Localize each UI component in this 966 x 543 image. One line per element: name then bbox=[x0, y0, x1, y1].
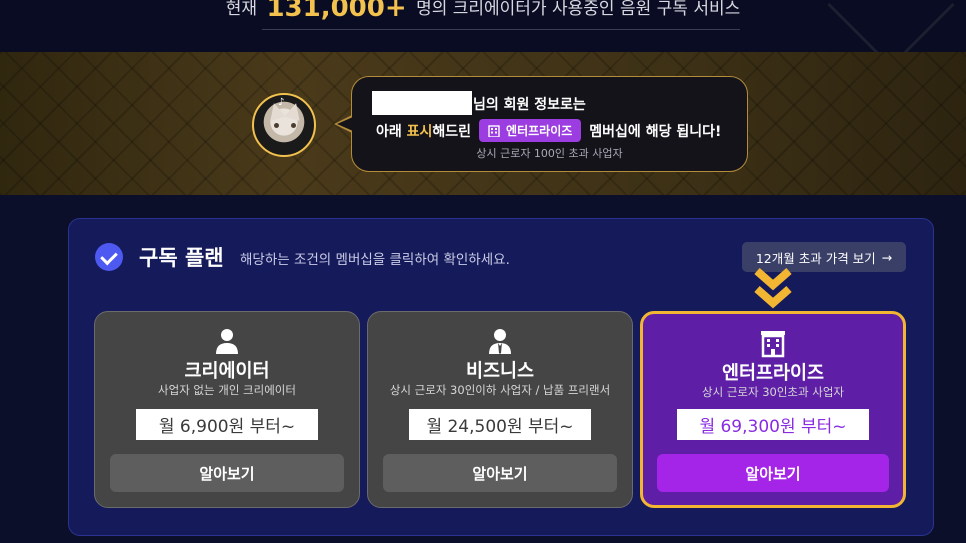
user-count: 131,000+ bbox=[266, 0, 407, 23]
headline-prefix: 현재 bbox=[225, 0, 258, 19]
plans-subtitle: 해당하는 조건의 멤버십을 클릭하여 확인하세요. bbox=[240, 252, 510, 268]
plans-title: 구독 플랜 bbox=[139, 246, 224, 270]
check-circle-icon bbox=[95, 243, 123, 271]
notice-line1: 님의 회원 정보로는 bbox=[473, 97, 586, 113]
top-banner: 현재 131,000+ 명의 크리에이터가 사용중인 음원 구독 서비스 bbox=[0, 0, 966, 52]
arrow-right-icon: → bbox=[881, 249, 893, 265]
building-icon bbox=[488, 124, 500, 137]
highlight-text: 표시 bbox=[406, 123, 433, 140]
plan-name: 비즈니스 bbox=[465, 361, 535, 382]
plan-price: 월 69,300원 부터~ bbox=[677, 409, 869, 440]
user-count-headline: 현재 131,000+ 명의 크리에이터가 사용중인 음원 구독 서비스 bbox=[0, 0, 966, 23]
building-icon bbox=[761, 331, 785, 358]
learn-more-button[interactable]: 알아보기 bbox=[110, 454, 344, 492]
plan-price: 월 24,500원 부터~ bbox=[409, 409, 591, 440]
plan-description: 상시 근로자 30인이하 사업자 / 납품 프리랜서 bbox=[389, 383, 611, 397]
learn-more-button[interactable]: 알아보기 bbox=[383, 454, 617, 492]
plan-price: 월 6,900원 부터~ bbox=[136, 409, 318, 440]
learn-more-button[interactable]: 알아보기 bbox=[657, 454, 889, 492]
plan-card-enterprise[interactable]: 엔터프라이즈 상시 근로자 30인초과 사업자 월 69,300원 부터~ 알아… bbox=[640, 311, 906, 508]
plan-description: 상시 근로자 30인초과 사업자 bbox=[702, 385, 844, 399]
music-note-icon: ♪ bbox=[278, 97, 285, 108]
notice-line2: 아래 표시 해드린 엔터프라이즈 멤버십에 해당 됩니다! bbox=[376, 119, 721, 142]
plan-description: 사업자 없는 개인 크리에이터 bbox=[158, 383, 296, 397]
enterprise-badge: 엔터프라이즈 bbox=[479, 119, 582, 142]
plan-name: 크리에이터 bbox=[184, 361, 270, 382]
plan-card-business[interactable]: 비즈니스 상시 근로자 30인이하 사업자 / 납품 프리랜서 월 24,500… bbox=[367, 311, 633, 508]
person-icon bbox=[216, 329, 238, 354]
plan-name: 엔터프라이즈 bbox=[721, 363, 825, 384]
divider bbox=[262, 29, 740, 30]
notice-condition: 상시 근로자 100인 초과 사업자 bbox=[476, 147, 623, 160]
plan-card-creator[interactable]: 크리에이터 사업자 없는 개인 크리에이터 월 6,900원 부터~ 알아보기 bbox=[94, 311, 360, 508]
user-name-redacted bbox=[372, 91, 472, 115]
headline-suffix: 명의 크리에이터가 사용중인 음원 구독 서비스 bbox=[416, 0, 741, 19]
avatar: ♪ bbox=[252, 93, 316, 157]
business-person-icon bbox=[489, 329, 511, 354]
